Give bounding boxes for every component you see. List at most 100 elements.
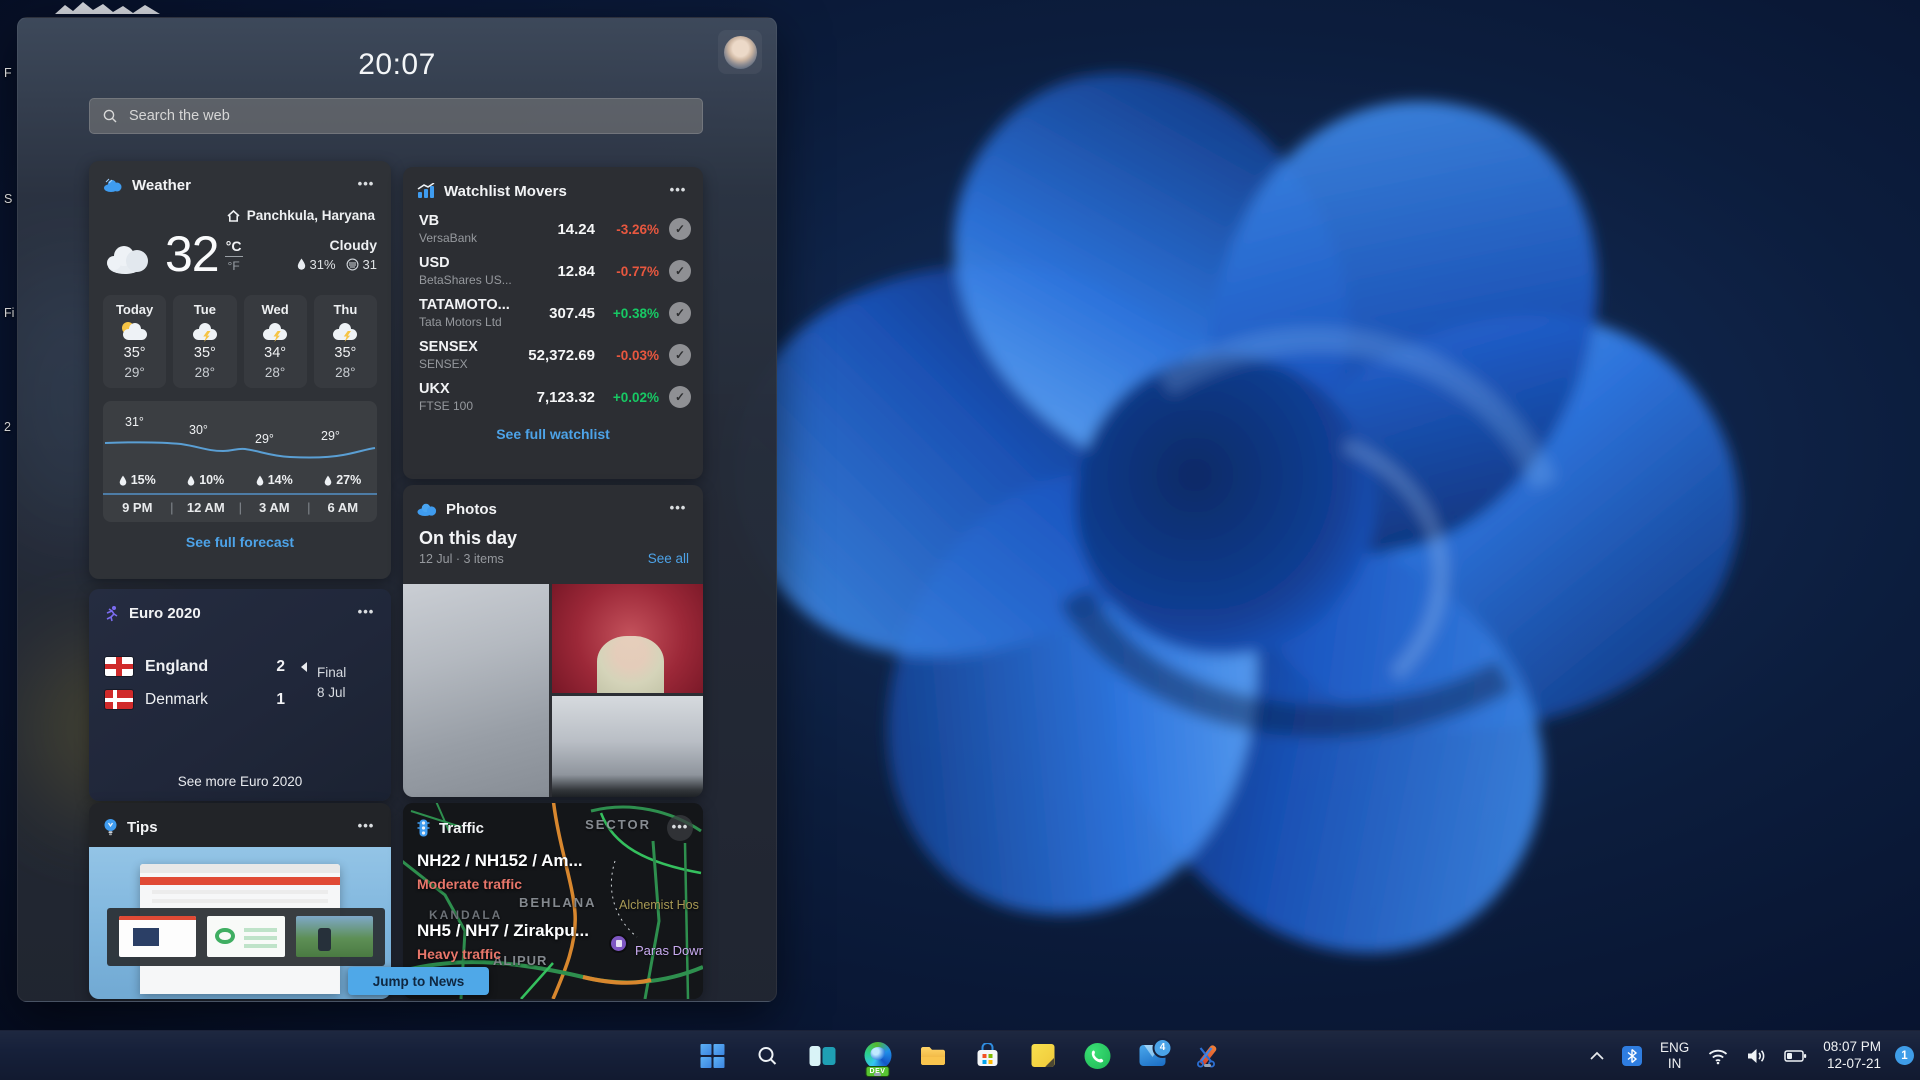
traffic-status: Heavy traffic	[417, 946, 501, 962]
match-result[interactable]: England 2 Denmark 1 Final 8 Jul	[89, 630, 391, 716]
tray-overflow-button[interactable]	[1584, 1047, 1610, 1065]
taskbar-icons: DEV	[691, 1031, 1230, 1080]
map-label: Alchemist Hos	[619, 898, 699, 912]
traffic-route[interactable]: NH5 / NH7 / Zirakpu...	[417, 921, 589, 941]
microsoft-store-button[interactable]	[966, 1034, 1010, 1078]
see-full-watchlist-link[interactable]: See full watchlist	[403, 426, 703, 442]
tips-preview-image[interactable]	[89, 847, 391, 999]
traffic-route[interactable]: NH22 / NH152 / Am...	[417, 851, 583, 871]
edge-dev-button[interactable]: DEV	[856, 1034, 900, 1078]
low-temp: 29°	[105, 365, 164, 380]
bluetooth-button[interactable]	[1617, 1042, 1647, 1070]
clock-tray[interactable]: 08:07 PM 12-07-21	[1819, 1039, 1885, 1073]
task-view-button[interactable]	[801, 1034, 845, 1078]
partly-sunny-icon	[120, 322, 150, 342]
condition-summary: Cloudy 31%	[297, 237, 378, 272]
snipping-tool-button[interactable]	[1186, 1034, 1230, 1078]
more-options-button[interactable]: •••	[351, 602, 381, 624]
current-temperature: 32	[165, 225, 219, 283]
wifi-button[interactable]	[1702, 1043, 1734, 1069]
see-full-forecast-link[interactable]: See full forecast	[89, 534, 391, 550]
precip-value: 27%	[336, 473, 361, 487]
thunderstorm-icon	[190, 322, 220, 342]
start-button[interactable]	[691, 1034, 735, 1078]
desktop-icon-label-fragment: Fi	[4, 306, 14, 320]
file-explorer-button[interactable]	[911, 1034, 955, 1078]
watchlist-check-button[interactable]: ✓	[669, 260, 691, 282]
volume-button[interactable]	[1741, 1043, 1772, 1069]
change-percent: +0.38%	[595, 306, 659, 321]
celsius-option[interactable]: °C	[226, 238, 242, 256]
watchlist-check-button[interactable]: ✓	[669, 344, 691, 366]
photo-thumbnail[interactable]	[552, 584, 703, 693]
photo-thumbnail[interactable]	[552, 696, 703, 797]
high-temp: 34°	[246, 345, 305, 361]
more-options-button[interactable]: •••	[667, 815, 693, 841]
watchlist-row[interactable]: TATAMOTO...Tata Motors Ltd 307.45 +0.38%…	[403, 292, 703, 334]
widget-title: Traffic	[439, 820, 658, 837]
watchlist-row[interactable]: UKXFTSE 100 7,123.32 +0.02% ✓	[403, 376, 703, 418]
forecast-day-label: Tue	[175, 302, 234, 317]
onedrive-cloud-icon	[417, 503, 437, 516]
sports-widget[interactable]: Euro 2020 ••• England 2 Denmark 1	[89, 589, 391, 801]
watchlist-row[interactable]: USDBetaShares US... 12.84 -0.77% ✓	[403, 250, 703, 292]
more-options-button[interactable]: •••	[351, 174, 381, 196]
company-name: SENSEX	[419, 357, 527, 371]
language-indicator[interactable]: ENG IN	[1654, 1040, 1695, 1071]
running-indicator	[1204, 1064, 1211, 1067]
fahrenheit-option[interactable]: °F	[228, 257, 240, 273]
team-score: 2	[271, 658, 285, 676]
windows-start-icon	[701, 1044, 725, 1068]
battery-button[interactable]	[1779, 1044, 1812, 1068]
jump-to-news-button[interactable]: Jump to News	[348, 967, 489, 995]
chevron-up-icon	[1589, 1051, 1605, 1061]
price: 307.45	[527, 305, 595, 322]
time-label: 12 AM	[172, 500, 241, 515]
precip-value: 14%	[268, 473, 293, 487]
more-options-button[interactable]: •••	[351, 816, 381, 838]
notification-badge[interactable]: 1	[1895, 1046, 1914, 1065]
watchlist-widget[interactable]: Watchlist Movers ••• VBVersaBank 14.24 -…	[403, 167, 703, 479]
taskbar-search-button[interactable]	[746, 1034, 790, 1078]
more-options-button[interactable]: •••	[663, 498, 693, 520]
forecast-day[interactable]: Today 35° 29°	[103, 295, 166, 388]
watchlist-check-button[interactable]: ✓	[669, 386, 691, 408]
photos-count: 12 Jul · 3 items	[419, 552, 517, 566]
hourly-precip-row: 15% 10% 14% 27%	[103, 471, 377, 493]
more-options-button[interactable]: •••	[663, 180, 693, 202]
watchlist-check-button[interactable]: ✓	[669, 218, 691, 240]
see-all-link[interactable]: See all	[648, 551, 689, 566]
web-search-bar[interactable]	[89, 98, 703, 134]
england-flag-icon	[105, 657, 133, 676]
see-more-euro-link[interactable]: See more Euro 2020	[89, 774, 391, 789]
ticker-symbol: SENSEX	[419, 339, 527, 355]
company-name: Tata Motors Ltd	[419, 315, 527, 329]
precipitation-stat: 31%	[297, 257, 336, 272]
search-input[interactable]	[127, 107, 690, 125]
photos-widget[interactable]: Photos ••• On this day 12 Jul · 3 items …	[403, 485, 703, 797]
thunderstorm-icon	[330, 322, 360, 342]
hourly-times-row: 9 PM 12 AM 3 AM 6 AM	[103, 495, 377, 522]
photo-thumbnail[interactable]	[403, 584, 549, 797]
tips-widget[interactable]: Tips •••	[89, 803, 391, 999]
forecast-day[interactable]: Tue 35° 28°	[173, 295, 236, 388]
stage-label: Final	[317, 663, 375, 683]
sticky-notes-button[interactable]	[1021, 1034, 1065, 1078]
cloud-icon	[105, 242, 155, 274]
weather-location[interactable]: Panchkula, Haryana	[89, 202, 391, 223]
taskbar: DEV	[0, 1030, 1920, 1080]
team-name: England	[145, 658, 259, 676]
time-label: 3 AM	[240, 500, 309, 515]
forecast-day[interactable]: Thu 35° 28°	[314, 295, 377, 388]
watchlist-check-button[interactable]: ✓	[669, 302, 691, 324]
mail-button[interactable]: 4	[1131, 1034, 1175, 1078]
profile-button[interactable]	[718, 30, 762, 74]
forecast-day[interactable]: Wed 34° 28°	[244, 295, 307, 388]
search-icon	[756, 1044, 780, 1068]
watchlist-row[interactable]: VBVersaBank 14.24 -3.26% ✓	[403, 208, 703, 250]
whatsapp-button[interactable]	[1076, 1034, 1120, 1078]
unit-toggle[interactable]: °C °F	[225, 238, 243, 273]
watchlist-row[interactable]: SENSEXSENSEX 52,372.69 -0.03% ✓	[403, 334, 703, 376]
weather-widget[interactable]: Weather ••• Panchkula, Haryana 32 °C	[89, 161, 391, 579]
widget-title: Tips	[127, 819, 342, 836]
